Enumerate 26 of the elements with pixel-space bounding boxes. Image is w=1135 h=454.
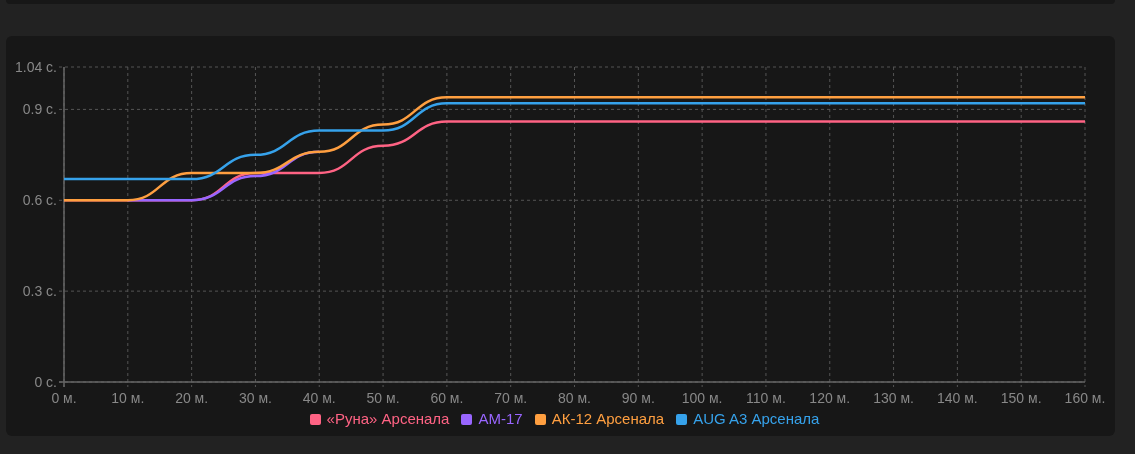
- x-tick-label: 140 м.: [937, 390, 978, 406]
- legend-label[interactable]: АК-12 Арсенала: [551, 408, 665, 431]
- y-tick-label: 0.6 с.: [22, 192, 57, 209]
- x-tick-label: 110 м.: [746, 390, 786, 406]
- y-tick-label: 0.9 с.: [22, 101, 57, 118]
- x-tick-label: 40 м.: [302, 390, 336, 406]
- x-tick-label: 70 м.: [494, 390, 528, 406]
- x-tick-label: 60 м.: [430, 390, 464, 406]
- x-tick-label: 50 м.: [366, 390, 400, 406]
- legend-label[interactable]: АМ-17: [478, 408, 523, 431]
- x-tick-label: 10 м.: [111, 390, 145, 406]
- x-tick-label: 100 м.: [681, 390, 723, 406]
- x-tick-label: 160 м.: [1064, 390, 1106, 406]
- legend-label[interactable]: «Руна» Арсенала: [326, 408, 450, 431]
- x-tick-label: 30 м.: [238, 390, 272, 406]
- x-tick-label: 130 м.: [873, 390, 914, 406]
- x-tick-label: 20 м.: [175, 390, 209, 406]
- y-tick-label: 0 с.: [34, 374, 57, 390]
- x-tick-label: 90 м.: [621, 390, 655, 406]
- x-tick-label: 150 м.: [1000, 390, 1042, 406]
- y-tick-label: 0.3 с.: [22, 283, 57, 300]
- x-tick-label: 80 м.: [558, 390, 591, 406]
- y-tick-label: 1.04 с.: [14, 59, 57, 75]
- x-tick-label: 120 м.: [809, 390, 851, 406]
- x-tick-label: 0 м.: [51, 390, 77, 406]
- legend-label[interactable]: AUG A3 Арсенала: [693, 408, 820, 431]
